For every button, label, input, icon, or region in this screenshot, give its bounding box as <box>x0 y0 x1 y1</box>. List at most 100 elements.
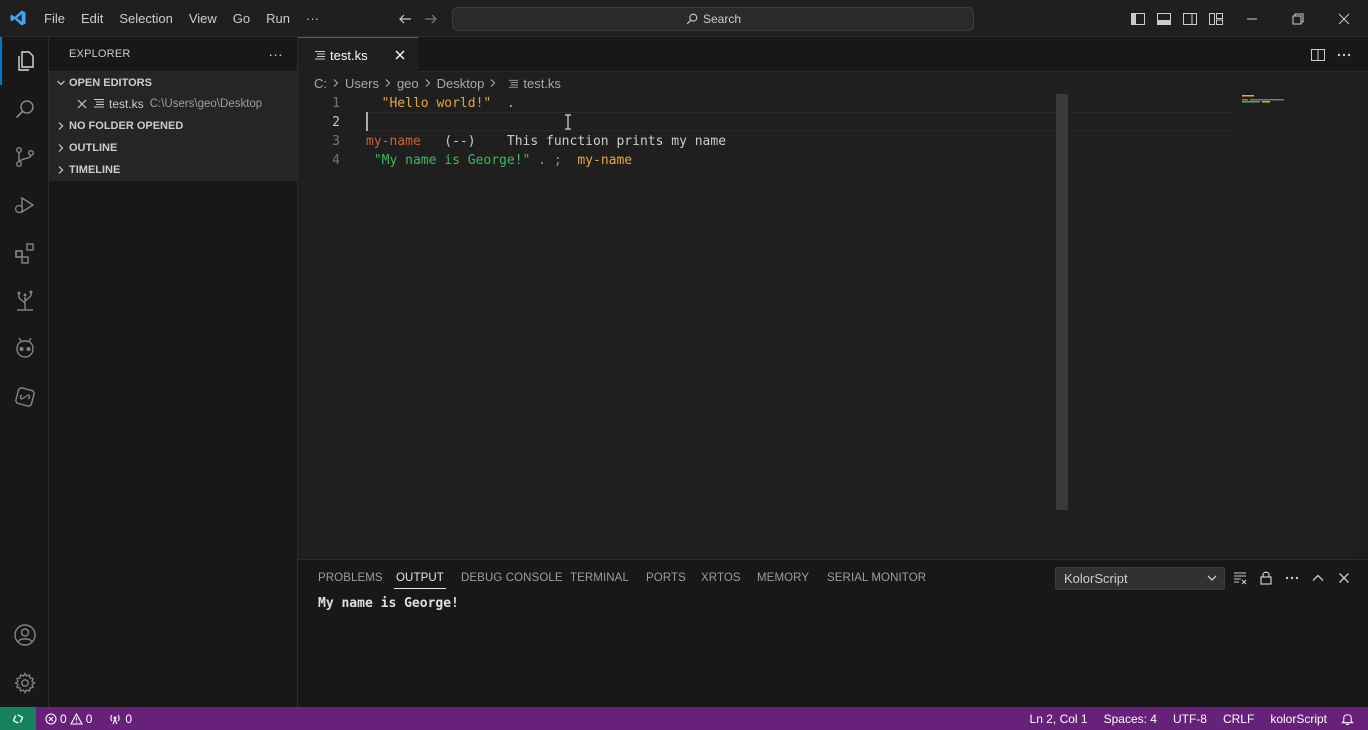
breadcrumb-item[interactable]: Desktop <box>437 76 485 91</box>
output-channel-value: KolorScript <box>1064 571 1128 586</box>
breadcrumb: C: Users geo Desktop test.ks <box>298 72 1354 94</box>
more-actions-icon[interactable] <box>1334 45 1354 65</box>
panel-tab-memory[interactable]: MEMORY <box>757 560 809 595</box>
remote-indicator[interactable] <box>0 707 36 730</box>
panel-tab-problems[interactable]: PROBLEMS <box>318 560 383 595</box>
language-mode[interactable]: kolorScript <box>1262 707 1335 730</box>
search-icon[interactable] <box>0 85 49 133</box>
code-line: "Hello world!" . <box>366 94 515 113</box>
panel-tab-debug-console[interactable]: DEBUG CONSOLE <box>461 560 563 595</box>
encoding[interactable]: UTF-8 <box>1165 707 1215 730</box>
file-lines-icon <box>508 78 519 89</box>
menu-file[interactable]: File <box>36 0 73 37</box>
close-icon[interactable] <box>392 47 408 63</box>
explorer-more-button[interactable]: ··· <box>268 46 283 62</box>
chevron-right-icon <box>331 78 341 88</box>
source-control-icon[interactable] <box>0 133 49 181</box>
menu-go[interactable]: Go <box>225 0 258 37</box>
chevron-right-icon <box>53 121 69 131</box>
status-bar-right: Ln 2, Col 1 Spaces: 4 UTF-8 CRLF kolorSc… <box>1022 707 1368 730</box>
remote-tree-icon[interactable] <box>0 277 49 325</box>
broadcast-icon <box>110 714 121 724</box>
status-bar: 0 0 0 Ln 2, Col 1 Spaces: 4 UTF-8 CRLF k… <box>0 707 1368 730</box>
open-editors-block: OPEN EDITORS test.ks C:\Users\geo\Deskto… <box>49 71 297 115</box>
menu-view[interactable]: View <box>181 0 225 37</box>
chevron-right-icon <box>53 165 69 175</box>
close-window-icon[interactable] <box>1321 0 1367 37</box>
code-token: (--) This function prints my name <box>420 134 727 149</box>
customize-layout-icon[interactable] <box>1206 9 1226 29</box>
error-count: 0 <box>60 711 67 726</box>
editor-scrollbar[interactable] <box>1056 94 1068 510</box>
minimap[interactable] <box>1240 94 1296 114</box>
gear-icon[interactable] <box>0 659 49 707</box>
menu-edit[interactable]: Edit <box>73 0 111 37</box>
section-timeline[interactable]: TIMELINE <box>49 159 297 181</box>
ibeam-cursor-icon <box>564 114 572 134</box>
title-bar: File Edit Selection View Go Run ··· Sear… <box>0 0 1368 37</box>
problems-indicator[interactable]: 0 0 <box>40 707 97 730</box>
panel-tab-xrtos[interactable]: XRTOS <box>701 560 741 595</box>
panel-tab-serial-monitor[interactable]: SERIAL MONITOR <box>827 560 926 595</box>
chat-link-icon[interactable] <box>0 373 49 421</box>
line-number: 4 <box>332 153 340 168</box>
line-number: 3 <box>332 134 340 149</box>
breadcrumb-item[interactable]: geo <box>397 76 419 91</box>
menu-selection[interactable]: Selection <box>111 0 180 37</box>
end-of-line[interactable]: CRLF <box>1215 707 1262 730</box>
minimize-icon[interactable] <box>1229 0 1275 37</box>
search-icon <box>686 13 698 25</box>
breadcrumb-item[interactable]: Users <box>345 76 379 91</box>
panel-tab-output[interactable]: OUTPUT <box>394 560 446 595</box>
close-icon[interactable] <box>1334 568 1354 588</box>
menu-run[interactable]: Run <box>258 0 298 37</box>
explorer-icon[interactable] <box>0 37 49 85</box>
chevron-right-icon <box>53 143 69 153</box>
chevron-right-icon <box>423 78 433 88</box>
bell-icon[interactable] <box>1335 707 1368 730</box>
code-editor[interactable]: 1 2 3 4 "Hello world!" . my-name (--) Th… <box>298 94 1354 559</box>
warning-icon <box>69 712 83 725</box>
file-lines-icon <box>93 97 105 112</box>
ports-indicator[interactable]: 0 <box>103 707 137 730</box>
section-outline[interactable]: OUTLINE <box>49 137 297 159</box>
command-center-search[interactable]: Search <box>452 7 974 31</box>
chevron-right-icon <box>383 78 393 88</box>
more-actions-icon[interactable] <box>1282 568 1302 588</box>
code-token: my-name <box>366 134 421 149</box>
arrow-left-icon[interactable] <box>395 9 415 29</box>
close-icon[interactable] <box>75 99 89 109</box>
toggle-panel-icon[interactable] <box>1154 9 1174 29</box>
restore-icon[interactable] <box>1275 0 1321 37</box>
section-open-editors[interactable]: OPEN EDITORS <box>49 71 297 93</box>
open-editor-item[interactable]: test.ks C:\Users\geo\Desktop <box>49 93 297 115</box>
cursor-position[interactable]: Ln 2, Col 1 <box>1022 707 1096 730</box>
account-icon[interactable] <box>0 611 49 659</box>
extensions-icon[interactable] <box>0 229 49 277</box>
code-line: "My name is George!" . ; my-name <box>366 151 632 170</box>
section-no-folder[interactable]: NO FOLDER OPENED <box>49 115 297 137</box>
panel-tab-terminal[interactable]: TERMINAL <box>570 560 629 595</box>
lock-icon[interactable] <box>1256 568 1276 588</box>
chevron-up-icon[interactable] <box>1308 568 1328 588</box>
tab-label: test.ks <box>330 47 368 63</box>
panel-tab-ports[interactable]: PORTS <box>646 560 686 595</box>
split-editor-icon[interactable] <box>1308 45 1328 65</box>
toggle-secondary-sidebar-icon[interactable] <box>1180 9 1200 29</box>
run-debug-icon[interactable] <box>0 181 49 229</box>
tab-test-ks[interactable]: test.ks <box>298 37 418 72</box>
menu-more[interactable]: ··· <box>298 0 327 37</box>
breadcrumb-item[interactable]: test.ks <box>523 76 561 91</box>
editor-tabs-bar: test.ks <box>298 37 1368 72</box>
bottom-panel: PROBLEMS OUTPUT DEBUG CONSOLE TERMINAL P… <box>298 559 1368 707</box>
code-token: my-name <box>577 153 633 168</box>
clear-output-icon[interactable] <box>1230 568 1250 588</box>
indentation[interactable]: Spaces: 4 <box>1096 707 1165 730</box>
breadcrumb-item[interactable]: C: <box>314 76 327 91</box>
output-channel-select[interactable]: KolorScript <box>1055 567 1225 590</box>
arrow-right-icon[interactable] <box>421 9 441 29</box>
ports-count: 0 <box>125 711 133 726</box>
toggle-primary-sidebar-icon[interactable] <box>1128 9 1148 29</box>
platformio-alien-icon[interactable] <box>0 325 49 373</box>
explorer-sidebar: EXPLORER ··· OPEN EDITORS test.ks C:\Use… <box>49 37 298 707</box>
